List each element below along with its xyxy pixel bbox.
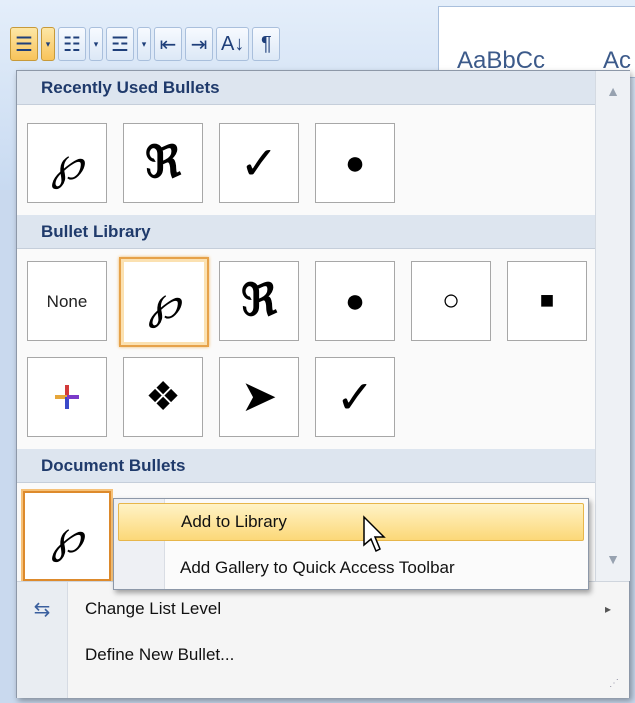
library-bullet-square[interactable]: ■ — [507, 261, 587, 341]
checkmark-icon: ✓ — [335, 371, 375, 423]
library-bullet-checkmark[interactable]: ✓ — [315, 357, 395, 437]
dot-icon: ● — [344, 144, 366, 182]
bullets-button[interactable]: ☰ — [10, 27, 38, 61]
library-bullet-arrow[interactable]: ➤ — [219, 357, 299, 437]
library-bullet-circle[interactable]: ○ — [411, 261, 491, 341]
bullets-dropdown-menu: Recently Used Bullets ℘ ℜ ✓ ● Bullet Lib… — [16, 70, 630, 698]
library-bullet-fraktur-r[interactable]: ℜ — [219, 261, 299, 341]
multilevel-dropdown[interactable]: ▾ — [137, 27, 151, 61]
chevron-down-icon: ▾ — [93, 38, 99, 49]
scroll-down-icon[interactable]: ▼ — [596, 547, 630, 571]
decrease-indent-icon: ⇤ — [159, 33, 177, 56]
define-new-bullet-item[interactable]: Define New Bullet... — [17, 636, 629, 674]
styles-gallery-preview[interactable]: AaBbCc Ac — [438, 6, 635, 78]
gallery-scrollbar[interactable]: ▲ ▼ — [595, 71, 630, 581]
arrowhead-icon: ➤ — [240, 372, 278, 421]
recent-bullet-fraktur-r[interactable]: ℜ — [123, 123, 203, 203]
bullet-list-icon: ☰ — [15, 33, 33, 56]
recent-bullet-checkmark[interactable]: ✓ — [219, 123, 299, 203]
library-bullet-diamonds[interactable]: ❖ — [123, 357, 203, 437]
increase-indent-button[interactable]: ⇥ — [185, 27, 213, 61]
checkmark-icon: ✓ — [239, 137, 279, 189]
pilcrow-icon: ¶ — [260, 32, 272, 55]
document-bullet-script-p[interactable]: ℘ — [23, 491, 111, 581]
library-bullet-star[interactable] — [27, 357, 107, 437]
show-formatting-button[interactable]: ¶ — [252, 27, 281, 61]
scroll-up-icon[interactable]: ▲ — [596, 79, 630, 103]
change-list-level-label: Change List Level — [85, 599, 222, 618]
circle-icon: ○ — [441, 284, 461, 317]
color-star-icon — [55, 385, 79, 409]
library-bullet-none[interactable]: None — [27, 261, 107, 341]
script-p-icon: ℘ — [50, 136, 84, 190]
define-new-bullet-label: Define New Bullet... — [85, 645, 235, 664]
increase-indent-icon: ⇥ — [190, 33, 208, 56]
none-label: None — [46, 291, 88, 311]
sort-button[interactable]: A↓ — [216, 27, 250, 61]
numbering-dropdown[interactable]: ▾ — [89, 27, 103, 61]
square-icon: ■ — [539, 287, 555, 314]
recent-bullet-script-p[interactable]: ℘ — [27, 123, 107, 203]
gallery-context-menu: Add to Library Add Gallery to Quick Acce… — [113, 498, 589, 590]
numbering-button[interactable]: ☷ — [58, 27, 86, 61]
chevron-down-icon: ▾ — [141, 38, 147, 49]
fraktur-r-icon: ℜ — [145, 137, 181, 188]
library-bullet-script-p[interactable]: ℘ — [119, 257, 209, 347]
bullets-dropdown[interactable]: ▾ — [41, 27, 55, 61]
paragraph-toolbar: ☰ ▾ ☷ ▾ ☲ ▾ ⇤ ⇥ A↓ ¶ — [10, 20, 430, 68]
add-gallery-to-qat-item[interactable]: Add Gallery to Quick Access Toolbar — [118, 549, 584, 587]
script-p-icon: ℘ — [50, 509, 84, 563]
bullet-library-header: Bullet Library — [17, 215, 595, 249]
sort-az-icon: A↓ — [221, 32, 245, 55]
mouse-cursor-icon — [363, 515, 386, 553]
add-to-library-item[interactable]: Add to Library — [118, 503, 584, 541]
four-diamonds-icon: ❖ — [145, 375, 181, 419]
document-bullets-header: Document Bullets — [17, 449, 595, 483]
change-level-icon: ⇆ — [33, 598, 51, 621]
menu-commands: ⇆ Change List Level ▸ Define New Bullet.… — [17, 581, 629, 698]
resize-grip-icon[interactable]: ⋰ — [609, 678, 623, 692]
numbered-list-icon: ☷ — [63, 33, 81, 56]
recent-bullet-dot[interactable]: ● — [315, 123, 395, 203]
decrease-indent-button[interactable]: ⇤ — [154, 27, 182, 61]
dot-icon: ● — [344, 282, 366, 320]
change-list-level-item[interactable]: ⇆ Change List Level ▸ — [17, 590, 629, 628]
multilevel-list-icon: ☲ — [111, 33, 129, 56]
script-p-icon: ℘ — [147, 275, 181, 329]
submenu-arrow-icon: ▸ — [604, 602, 611, 616]
fraktur-r-icon: ℜ — [241, 275, 277, 326]
chevron-down-icon: ▾ — [45, 38, 51, 49]
recently-used-header: Recently Used Bullets — [17, 71, 595, 105]
library-bullet-dot[interactable]: ● — [315, 261, 395, 341]
multilevel-button[interactable]: ☲ — [106, 27, 134, 61]
